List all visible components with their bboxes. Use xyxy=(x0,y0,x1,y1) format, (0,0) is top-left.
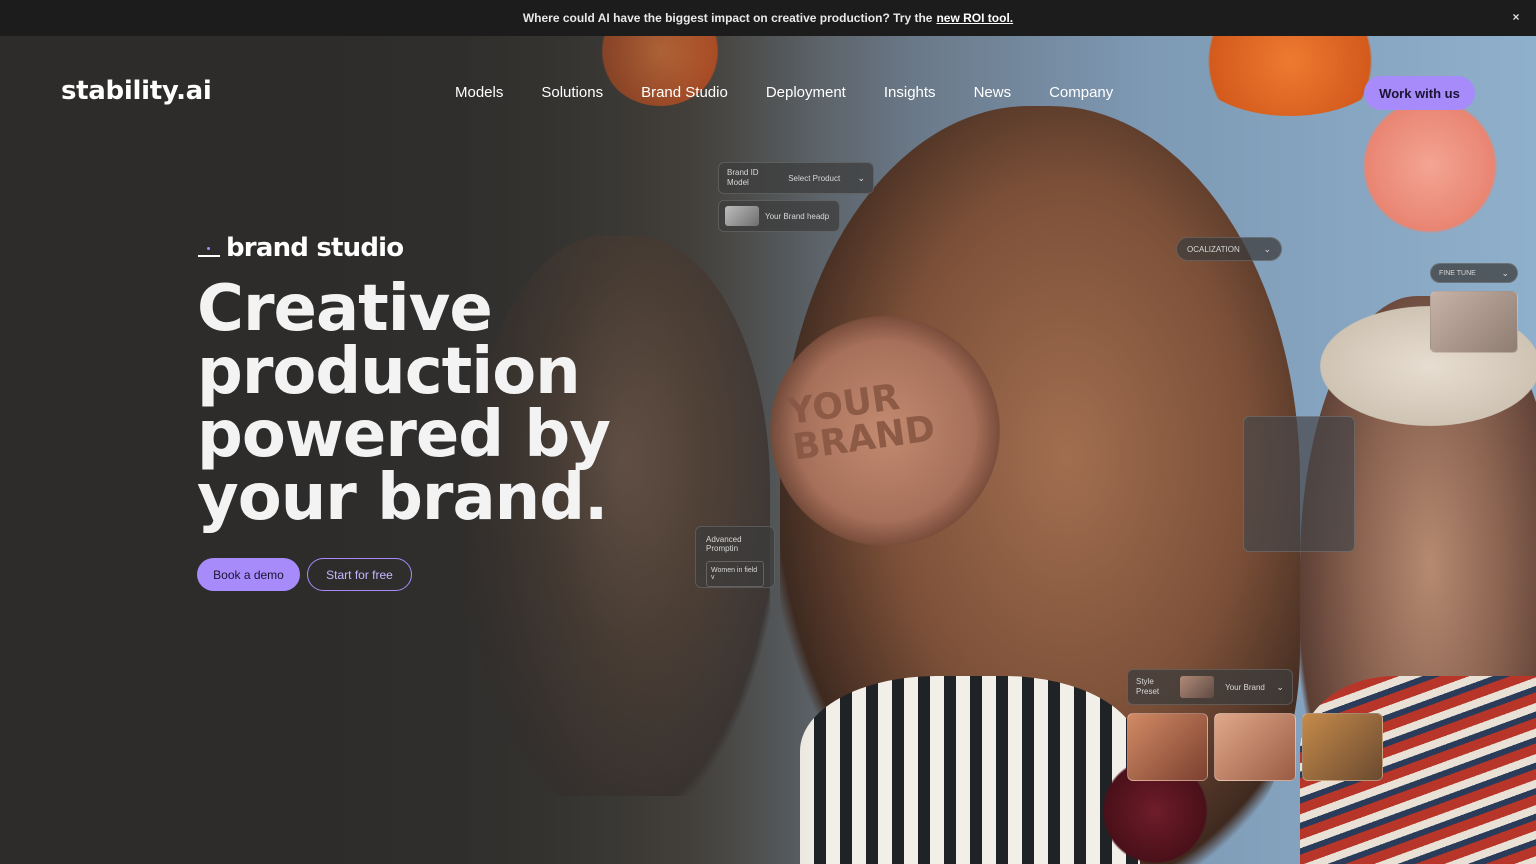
fine-tune-dropdown[interactable]: FINE TUNE ⌄ xyxy=(1430,263,1518,283)
chevron-down-icon: ⌄ xyxy=(1276,681,1284,692)
site-logo[interactable]: stability.ai xyxy=(61,76,212,106)
nav-item-models[interactable]: Models xyxy=(455,84,503,102)
hero-headline: Creative production powered by your bran… xyxy=(197,272,617,535)
style-preset-dropdown[interactable]: Style Preset Your Brand ⌄ xyxy=(1127,669,1293,705)
brand-model-panel[interactable]: Brand ID Model Select Product ⌄ xyxy=(718,162,874,194)
select-product-label: Select Product xyxy=(788,173,841,183)
headphone-thumbnail xyxy=(725,206,759,226)
nav-item-news[interactable]: News xyxy=(974,84,1012,102)
work-with-us-button[interactable]: Work with us xyxy=(1364,76,1475,110)
start-free-button[interactable]: Start for free xyxy=(307,558,412,591)
chevron-down-icon: ⌄ xyxy=(857,172,865,183)
eyebrow-text: brand studio xyxy=(226,233,404,263)
main-nav: Models Solutions Brand Studio Deployment… xyxy=(455,84,1151,102)
chevron-down-icon: ⌄ xyxy=(1263,243,1271,254)
nav-item-deployment[interactable]: Deployment xyxy=(766,84,846,102)
advanced-prompting-label: Advanced Promptin xyxy=(706,535,742,553)
fine-tune-label: FINE TUNE xyxy=(1439,269,1476,277)
brand-studio-eyebrow: brand studio xyxy=(198,233,404,263)
style-preset-label: Style Preset xyxy=(1136,677,1160,696)
nav-item-brand-studio[interactable]: Brand Studio xyxy=(641,84,728,102)
announcement-bar: Where could AI have the biggest impact o… xyxy=(0,0,1536,36)
roi-tool-link[interactable]: new ROI tool. xyxy=(936,11,1013,25)
headline-line: Creative xyxy=(197,272,493,346)
nav-item-insights[interactable]: Insights xyxy=(884,84,936,102)
localization-label: OCALIZATION xyxy=(1187,244,1240,254)
pink-carnation-image xyxy=(1360,96,1500,236)
gallery-image[interactable] xyxy=(1214,713,1296,781)
close-icon[interactable]: × xyxy=(1508,9,1524,25)
chevron-down-icon: ⌄ xyxy=(1501,267,1509,278)
announcement-text: Where could AI have the biggest impact o… xyxy=(522,11,933,25)
orange-flower-image xyxy=(1190,36,1390,116)
gallery-image[interactable] xyxy=(1127,713,1209,781)
prompt-field[interactable]: Women in field v xyxy=(706,561,764,587)
book-demo-button[interactable]: Book a demo xyxy=(197,558,300,591)
headline-line: production xyxy=(197,335,581,409)
nav-item-solutions[interactable]: Solutions xyxy=(541,84,603,102)
generated-gallery xyxy=(1127,713,1383,781)
fine-tune-thumbnail xyxy=(1430,291,1518,353)
brand-model-label: Brand ID Model xyxy=(727,168,759,187)
striped-sweater-image xyxy=(800,676,1140,864)
brand-studio-mark-icon xyxy=(198,237,220,259)
headline-line: your brand. xyxy=(197,461,608,535)
headline-line: powered by xyxy=(197,398,611,472)
nav-item-company[interactable]: Company xyxy=(1049,84,1113,102)
style-preset-value: Your Brand xyxy=(1225,682,1265,692)
advanced-prompting-panel[interactable]: Advanced Promptin Women in field v xyxy=(695,526,775,588)
gallery-image[interactable] xyxy=(1301,713,1383,781)
localization-preview-card xyxy=(1243,416,1355,552)
style-preset-thumbnail xyxy=(1179,676,1214,698)
brand-item-panel[interactable]: Your Brand headp xyxy=(718,200,840,232)
brand-item-label: Your Brand headp xyxy=(765,211,830,221)
localization-dropdown[interactable]: OCALIZATION ⌄ xyxy=(1176,237,1282,261)
